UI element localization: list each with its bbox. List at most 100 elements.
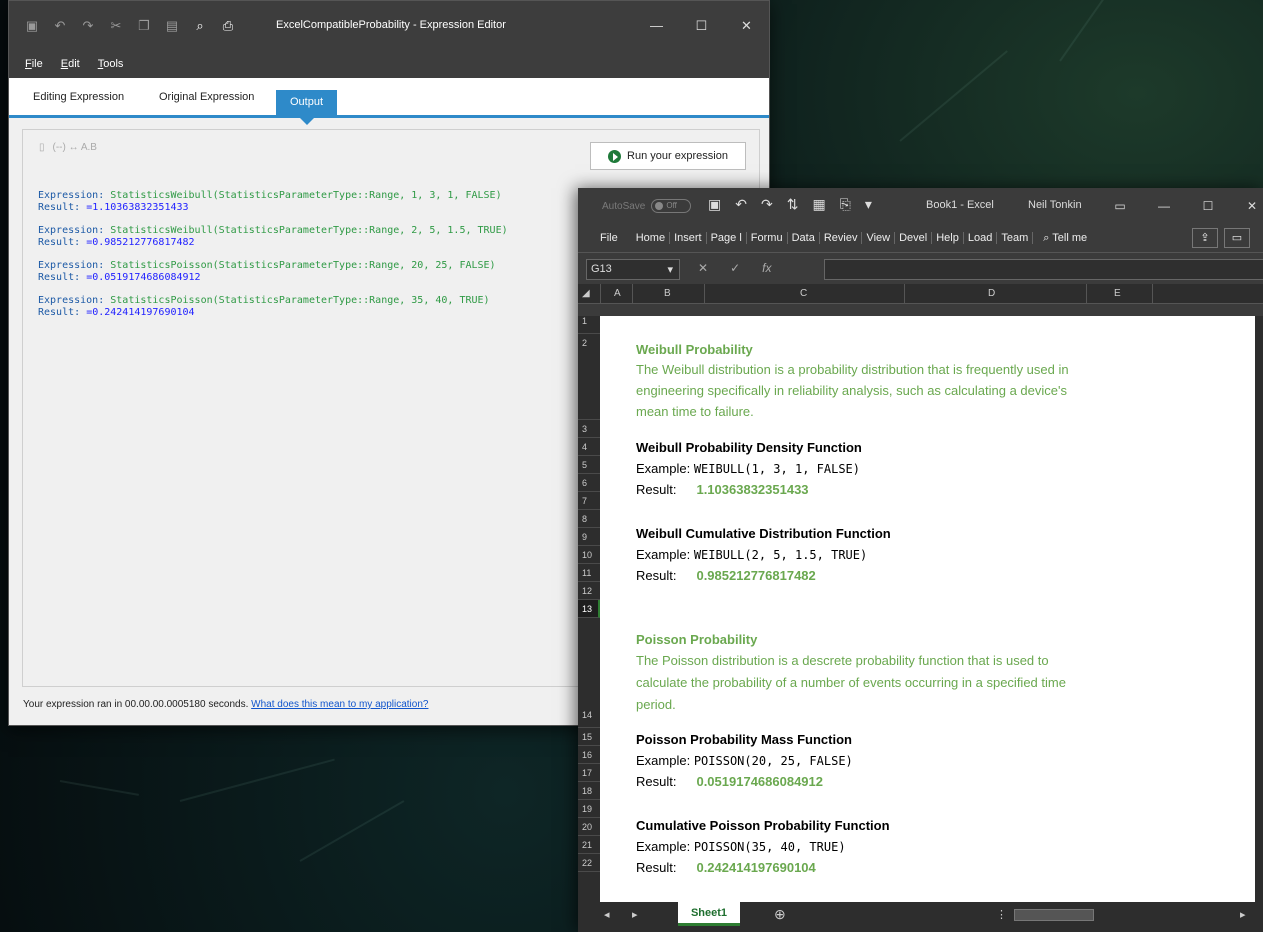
row-header[interactable]: 22	[578, 854, 600, 872]
ribbon-tab-load[interactable]: Load	[964, 232, 998, 244]
ribbon-tab-file[interactable]: File	[596, 232, 632, 244]
poisson-pmf-example[interactable]: Example: POISSON(20, 25, FALSE)	[636, 753, 853, 768]
row-header[interactable]: 21	[578, 836, 600, 854]
poisson-cdf-result[interactable]: Result: 0.242414197690104	[636, 860, 816, 875]
weibull-description-line[interactable]: mean time to failure.	[636, 404, 754, 419]
minimize-icon[interactable]: —	[634, 1, 679, 50]
print-icon[interactable]: ⎙	[221, 18, 235, 34]
row-header[interactable]: 18	[578, 782, 600, 800]
ribbon-tab-team[interactable]: Team	[997, 232, 1034, 244]
tell-me-search[interactable]: ⌕ Tell me	[1033, 232, 1091, 245]
row-header[interactable]: 8	[578, 510, 600, 528]
menu-edit[interactable]: Edit	[61, 58, 80, 70]
weibull-title[interactable]: Weibull Probability	[636, 342, 753, 357]
poisson-cdf-title[interactable]: Cumulative Poisson Probability Function	[636, 818, 890, 833]
column-header-e[interactable]: E	[1114, 288, 1121, 299]
row-header[interactable]: 10	[578, 546, 600, 564]
ribbon-tab-formulas[interactable]: Formu	[747, 232, 788, 244]
poisson-pmf-title[interactable]: Poisson Probability Mass Function	[636, 732, 852, 747]
row-header[interactable]: 7	[578, 492, 600, 510]
cancel-icon[interactable]: ✕	[698, 261, 708, 275]
poisson-title[interactable]: Poisson Probability	[636, 632, 757, 647]
redo-icon[interactable]: ↷	[761, 196, 773, 213]
weibull-pdf-example[interactable]: Example: WEIBULL(1, 3, 1, FALSE)	[636, 461, 860, 476]
maximize-icon[interactable]: ☐	[1186, 188, 1230, 224]
name-box[interactable]: G13	[586, 259, 680, 280]
weibull-cdf-title[interactable]: Weibull Cumulative Distribution Function	[636, 526, 891, 541]
tab-original-expression[interactable]: Original Expression	[159, 91, 254, 103]
poisson-pmf-result[interactable]: Result: 0.0519174686084912	[636, 774, 823, 789]
row-header[interactable]: 20	[578, 818, 600, 836]
horizontal-scrollbar[interactable]	[1014, 909, 1094, 921]
preview-icon[interactable]: ⎘	[840, 196, 851, 213]
ribbon-tab-developer[interactable]: Devel	[895, 232, 933, 244]
formula-input[interactable]	[824, 259, 1263, 280]
ribbon-display-icon[interactable]: ▭	[1098, 188, 1142, 224]
weibull-description-line[interactable]: The Weibull distribution is a probabilit…	[636, 362, 1069, 377]
weibull-pdf-title[interactable]: Weibull Probability Density Function	[636, 440, 862, 455]
autosave-toggle[interactable]: Off	[651, 199, 692, 213]
row-header[interactable]: 9	[578, 528, 600, 546]
ribbon-tab-data[interactable]: Data	[788, 232, 820, 244]
ribbon-tab-home[interactable]: Home	[632, 232, 671, 244]
undo-icon[interactable]: ↶	[735, 196, 747, 213]
row-header[interactable]: 4	[578, 438, 600, 456]
enter-icon[interactable]: ✓	[730, 261, 740, 275]
prev-sheet-icon[interactable]: ◂	[604, 908, 610, 921]
maximize-icon[interactable]: ☐	[679, 1, 724, 50]
row-header-selected[interactable]: 13	[578, 600, 600, 618]
weibull-cdf-example[interactable]: Example: WEIBULL(2, 5, 1.5, TRUE)	[636, 547, 867, 562]
run-expression-button[interactable]: Run your expression	[590, 142, 746, 170]
weibull-cdf-result[interactable]: Result: 0.985212776817482	[636, 568, 816, 583]
row-header[interactable]: 19	[578, 800, 600, 818]
share-icon[interactable]: ⇪	[1192, 228, 1218, 248]
comments-icon[interactable]: ▭	[1224, 228, 1250, 248]
column-header-b[interactable]: B	[664, 288, 671, 299]
poisson-description-line[interactable]: calculate the probability of a number of…	[636, 675, 1066, 690]
next-sheet-icon[interactable]: ▸	[632, 908, 638, 921]
poisson-description-line[interactable]: period.	[636, 697, 676, 712]
row-header[interactable]: 12	[578, 582, 600, 600]
copy-icon[interactable]: ❐	[137, 18, 151, 34]
ribbon-tab-help[interactable]: Help	[932, 232, 964, 244]
row-header[interactable]: 16	[578, 746, 600, 764]
menu-file[interactable]: File	[25, 58, 43, 70]
cut-icon[interactable]: ✂	[109, 18, 123, 34]
tab-editing-expression[interactable]: Editing Expression	[33, 91, 124, 103]
customize-qat-icon[interactable]: ▾	[865, 196, 872, 213]
table-icon[interactable]: ▦	[812, 196, 825, 213]
fx-icon[interactable]: fx	[762, 261, 771, 275]
row-header[interactable]: 1	[578, 316, 600, 334]
redo-icon[interactable]: ↷	[81, 18, 95, 34]
close-icon[interactable]: ✕	[724, 1, 769, 50]
search-icon[interactable]: ⌕	[193, 18, 207, 34]
poisson-cdf-example[interactable]: Example: POISSON(35, 40, TRUE)	[636, 839, 846, 854]
column-header-c[interactable]: C	[800, 288, 807, 299]
poisson-description-line[interactable]: The Poisson distribution is a descrete p…	[636, 653, 1049, 668]
row-header[interactable]: 5	[578, 456, 600, 474]
tab-splitter-icon[interactable]: ⋮	[996, 908, 1007, 921]
output-tools-text[interactable]: (--) ↔ A.B	[53, 142, 97, 153]
sort-icon[interactable]: ⇅	[787, 196, 799, 213]
column-header-d[interactable]: D	[988, 288, 995, 299]
sheet-tab-sheet1[interactable]: Sheet1	[678, 902, 740, 926]
save-icon[interactable]: ▣	[25, 18, 39, 34]
tab-output[interactable]: Output	[276, 90, 338, 125]
close-icon[interactable]: ✕	[1230, 188, 1263, 224]
doc-icon[interactable]: ▯	[39, 142, 45, 153]
worksheet-cells[interactable]: Weibull Probability The Weibull distribu…	[600, 316, 1255, 902]
row-header[interactable]: 6	[578, 474, 600, 492]
ribbon-tab-insert[interactable]: Insert	[670, 232, 707, 244]
status-help-link[interactable]: What does this mean to my application?	[251, 699, 428, 710]
row-header[interactable]: 17	[578, 764, 600, 782]
ribbon-tab-review[interactable]: Reviev	[820, 232, 863, 244]
add-sheet-icon[interactable]: ⊕	[774, 906, 786, 923]
user-name[interactable]: Neil Tonkin	[1028, 199, 1082, 211]
row-header[interactable]: 14	[578, 618, 600, 728]
row-header[interactable]: 2	[578, 334, 600, 420]
row-header[interactable]: 3	[578, 420, 600, 438]
row-header[interactable]: 11	[578, 564, 600, 582]
row-header[interactable]: 15	[578, 728, 600, 746]
column-header-a[interactable]: A	[614, 288, 621, 299]
select-all-icon[interactable]: ◢	[582, 288, 590, 299]
